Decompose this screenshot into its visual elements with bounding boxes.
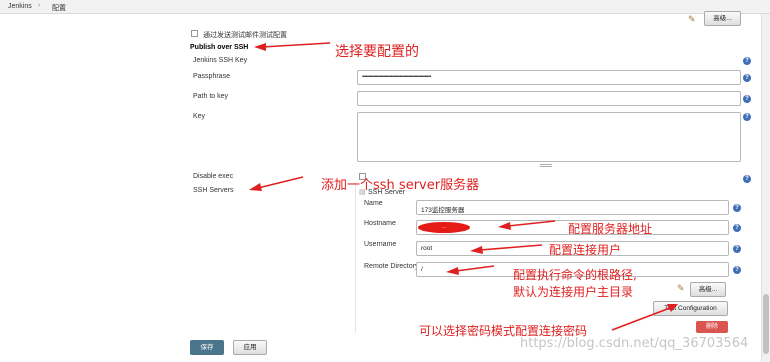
arrow-server-address (507, 220, 556, 227)
arrow-choose-config-head (254, 43, 266, 51)
arrow-choose-config (261, 42, 331, 48)
annotation-choose-config: 选择要配置的 (335, 44, 419, 60)
arrow-password-mode (611, 307, 671, 331)
jenkins-config-page: Jenkins › 配置 高级... ✎ 通过发送测试邮件测试配置 Publis… (0, 0, 770, 362)
arrow-server-address-head (498, 222, 511, 230)
arrow-connect-user (479, 244, 543, 251)
annotation-connect-user: 配置连接用户 (549, 243, 622, 257)
annotation-server-address: 配置服务器地址 (568, 222, 653, 236)
vertical-scrollbar[interactable] (761, 14, 770, 362)
scrollbar-thumb[interactable] (763, 294, 769, 354)
arrow-add-server-head (249, 183, 262, 191)
annotation-password-mode: 可以选择密码模式配置连接密码 (419, 324, 588, 338)
arrow-root-path-head (446, 267, 459, 275)
annotation-root-path-line2: 默认为连接用户主目录 (513, 285, 634, 299)
annotation-root-path-line1: 配置执行命令的根路径, (513, 268, 637, 282)
arrow-root-path (455, 265, 495, 272)
annotation-add-server: 添加一个ssh server服务器 (321, 178, 480, 193)
arrow-connect-user-head (470, 246, 483, 254)
arrow-add-server (257, 176, 304, 189)
